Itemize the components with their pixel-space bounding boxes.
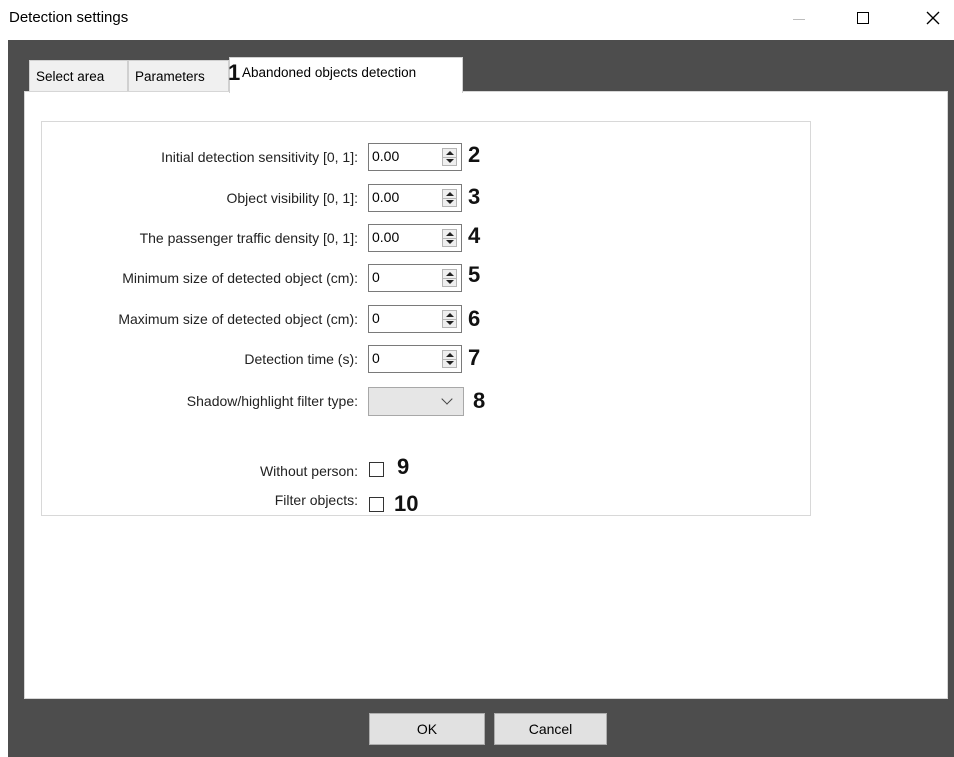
max-size-value: 0 (372, 310, 380, 326)
tab-parameters[interactable]: Parameters (128, 60, 229, 91)
detection-time-value: 0 (372, 350, 380, 366)
spin-arrows-icon[interactable] (442, 269, 457, 287)
filter-objects-checkbox[interactable] (369, 497, 384, 512)
min-size-stepper[interactable]: 0 (368, 264, 462, 292)
spin-arrows-icon[interactable] (442, 310, 457, 328)
ok-button[interactable]: OK (369, 713, 485, 745)
sensitivity-value: 0.00 (372, 148, 400, 164)
tab-select-area[interactable]: Select area (29, 60, 128, 91)
tab-abandoned-objects-detection[interactable]: Abandoned objects detection (229, 57, 463, 93)
without-person-label: Without person: (259, 463, 358, 479)
sensitivity-label: Initial detection sensitivity [0, 1]: (161, 149, 358, 165)
title-bar: Detection settings (0, 0, 954, 40)
visibility-label: Object visibility [0, 1]: (226, 190, 359, 206)
close-icon (926, 11, 940, 25)
traffic-density-value: 0.00 (372, 229, 400, 245)
filter-type-select[interactable] (368, 387, 464, 416)
filter-objects-label: Filter objects: (274, 492, 358, 508)
maximize-icon (857, 12, 869, 24)
spin-arrows-icon[interactable] (442, 229, 457, 247)
callout-2: 2 (468, 142, 481, 167)
maximize-button[interactable] (840, 0, 886, 36)
callout-10: 10 (394, 491, 419, 516)
callout-4: 4 (468, 223, 481, 248)
minimize-button[interactable] (776, 0, 822, 36)
spin-arrows-icon[interactable] (442, 148, 457, 166)
callout-8: 8 (473, 388, 486, 413)
detection-time-label: Detection time (s): (244, 351, 358, 367)
min-size-label: Minimum size of detected object (cm): (122, 270, 358, 286)
spin-arrows-icon[interactable] (442, 350, 457, 368)
max-size-label: Maximum size of detected object (cm): (118, 311, 358, 327)
callout-9: 9 (397, 454, 410, 479)
callout-5: 5 (468, 262, 481, 287)
chevron-down-icon (441, 393, 453, 405)
sensitivity-stepper[interactable]: 0.00 (368, 143, 462, 171)
callout-6: 6 (468, 306, 481, 331)
min-size-value: 0 (372, 269, 380, 285)
traffic-density-label: The passenger traffic density [0, 1]: (139, 230, 358, 246)
visibility-value: 0.00 (372, 189, 400, 205)
visibility-stepper[interactable]: 0.00 (368, 184, 462, 212)
spin-arrows-icon[interactable] (442, 189, 457, 207)
minimize-icon (793, 18, 805, 20)
max-size-stepper[interactable]: 0 (368, 305, 462, 333)
tab-callout: 1 (228, 60, 241, 85)
close-button[interactable] (910, 0, 954, 36)
without-person-checkbox[interactable] (369, 462, 384, 477)
callout-3: 3 (468, 184, 481, 209)
callout-7: 7 (468, 345, 481, 370)
window-title: Detection settings (9, 9, 129, 26)
cancel-button[interactable]: Cancel (494, 713, 607, 745)
filter-type-label: Shadow/highlight filter type: (186, 393, 358, 409)
traffic-density-stepper[interactable]: 0.00 (368, 224, 462, 252)
detection-time-stepper[interactable]: 0 (368, 345, 462, 373)
